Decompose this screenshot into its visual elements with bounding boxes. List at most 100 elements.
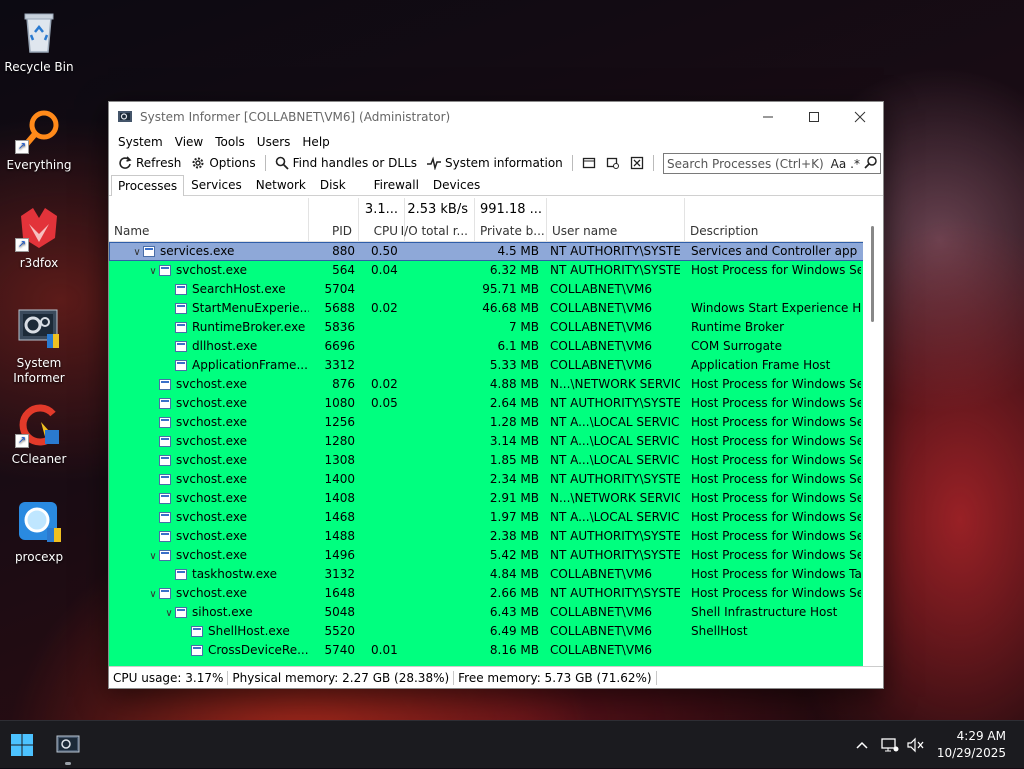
search-icon[interactable] xyxy=(862,155,880,172)
chevron-up-icon[interactable] xyxy=(847,741,877,749)
start-button[interactable] xyxy=(8,731,36,759)
tab-services[interactable]: Services xyxy=(184,174,249,195)
tab-devices[interactable]: Devices xyxy=(426,174,487,195)
window-icon[interactable] xyxy=(577,153,601,173)
system-information-button[interactable]: System information xyxy=(422,153,568,173)
column-header-private-bytes[interactable]: 991.18 ... Private b... xyxy=(475,198,547,242)
desktop-icon-ccleaner[interactable]: ↗ CCleaner xyxy=(0,400,78,467)
column-header-cpu[interactable]: 3.1... CPU xyxy=(359,198,405,242)
process-row[interactable]: svchost.exe 1488 2.38 MB NT AUTHORITY\SYSTE… xyxy=(109,527,865,546)
regex-toggle[interactable]: .* xyxy=(848,157,862,171)
options-button[interactable]: Options xyxy=(186,153,260,173)
menu-tools[interactable]: Tools xyxy=(209,135,251,149)
process-row[interactable]: ∨ svchost.exe 1648 2.66 MB NT AUTHORITY\SYST… xyxy=(109,584,865,603)
volume-muted-icon[interactable] xyxy=(903,737,929,753)
column-header-description[interactable]: Description xyxy=(685,198,865,242)
process-private-bytes: 5.33 MB xyxy=(489,358,539,372)
process-name: svchost.exe xyxy=(176,263,247,277)
refresh-button[interactable]: Refresh xyxy=(113,153,186,173)
search-input[interactable] xyxy=(667,156,829,171)
vertical-scrollbar[interactable] xyxy=(863,198,883,666)
process-row[interactable]: svchost.exe 1280 3.14 MB NT A...\LOCAL SERV… xyxy=(109,432,865,451)
process-row[interactable]: ApplicationFrame... 3312 5.33 MB COLLABNET\… xyxy=(109,356,865,375)
process-row[interactable]: ∨ svchost.exe 1496 5.42 MB NT AUTHORITY\SYST… xyxy=(109,546,865,565)
column-header-name[interactable]: Name xyxy=(109,198,309,242)
desktop-icon-recycle-bin[interactable]: Recycle Bin xyxy=(0,8,78,75)
match-case-toggle[interactable]: Aa xyxy=(829,157,849,171)
menu-users[interactable]: Users xyxy=(251,135,297,149)
chevron-down-icon[interactable]: ∨ xyxy=(147,585,159,603)
process-row[interactable]: taskhostw.exe 3132 4.84 MB COLLABNET\VM6 Hos… xyxy=(109,565,865,584)
process-row[interactable]: svchost.exe 1308 1.85 MB NT A...\LOCAL SERV… xyxy=(109,451,865,470)
system-informer-window: System Informer [COLLABNET\VM6] (Adminis… xyxy=(108,101,884,689)
process-row[interactable]: svchost.exe 1256 1.28 MB NT A...\LOCAL SERV… xyxy=(109,413,865,432)
process-io xyxy=(407,527,473,546)
desktop-icon-procexp[interactable]: procexp xyxy=(0,498,78,565)
physical-memory-status: Physical memory: 2.27 GB (28.38%) xyxy=(228,670,455,685)
chevron-down-icon[interactable]: ∨ xyxy=(163,604,175,622)
process-pid: 1080 xyxy=(324,396,355,410)
process-pid: 1280 xyxy=(324,434,355,448)
tab-disk[interactable]: Disk xyxy=(313,174,353,195)
clock-date: 10/29/2025 xyxy=(936,746,1006,760)
scrollbar-thumb[interactable] xyxy=(871,226,874,322)
column-header-user[interactable]: User name xyxy=(547,198,685,242)
chevron-down-icon[interactable]: ∨ xyxy=(131,243,143,261)
desktop-icon-r3dfox[interactable]: ↗ r3dfox xyxy=(0,204,78,271)
menu-view[interactable]: View xyxy=(169,135,209,149)
network-icon[interactable] xyxy=(877,737,903,753)
process-row[interactable]: StartMenuExperie... 5688 0.02 46.68 MB COLLA… xyxy=(109,299,865,318)
chevron-down-icon[interactable]: ∨ xyxy=(147,262,159,280)
process-row[interactable]: svchost.exe 1400 2.34 MB NT AUTHORITY\SYSTE… xyxy=(109,470,865,489)
shortcut-arrow-icon: ↗ xyxy=(15,238,29,252)
tab-network[interactable]: Network xyxy=(249,174,313,195)
process-name: dllhost.exe xyxy=(192,339,258,353)
process-row[interactable]: CrossDeviceRe... 5740 0.01 8.16 MB COLLABNET… xyxy=(109,641,865,660)
process-user: NT AUTHORITY\SYSTEM xyxy=(550,472,680,486)
close-button[interactable] xyxy=(837,102,883,132)
process-user: COLLABNET\VM6 xyxy=(550,301,653,315)
find-handles-button[interactable]: Find handles or DLLs xyxy=(270,153,422,173)
clock-time: 4:29 AM xyxy=(956,729,1006,743)
tab-firewall[interactable]: Firewall xyxy=(367,174,426,195)
maximize-button[interactable] xyxy=(791,102,837,132)
process-row[interactable]: dllhost.exe 6696 6.1 MB COLLABNET\VM6 COM Su… xyxy=(109,337,865,356)
taskbar-system-informer-button[interactable] xyxy=(52,729,84,765)
process-row[interactable]: ∨ services.exe 880 0.50 4.5 MB NT AUTHORITY\S… xyxy=(109,242,865,261)
process-row[interactable]: ShellHost.exe 5520 6.49 MB COLLABNET\VM6 She… xyxy=(109,622,865,641)
minimize-button[interactable] xyxy=(745,102,791,132)
desktop-icon-everything[interactable]: ↗ Everything xyxy=(0,106,78,173)
chevron-down-icon[interactable]: ∨ xyxy=(147,547,159,565)
tab-processes[interactable]: Processes xyxy=(111,175,185,196)
menu-help[interactable]: Help xyxy=(296,135,335,149)
clock[interactable]: 4:29 AM 10/29/2025 xyxy=(929,728,1024,762)
process-io xyxy=(407,299,473,318)
find-window-icon[interactable] xyxy=(601,153,625,173)
process-name-cell: taskhostw.exe xyxy=(109,565,309,584)
cpu-total: 3.1... xyxy=(364,202,398,217)
process-description: Host Process for Windows Ser... xyxy=(691,472,861,486)
column-header-io[interactable]: 2.53 kB/s I/O total r... xyxy=(401,198,475,242)
search-processes-box: Aa .* xyxy=(663,153,881,174)
process-row[interactable]: SearchHost.exe 5704 95.71 MB COLLABNET\VM6 xyxy=(109,280,865,299)
process-row[interactable]: ∨ svchost.exe 564 0.04 6.32 MB NT AUTHORITY\S… xyxy=(109,261,865,280)
process-private-bytes: 6.32 MB xyxy=(489,263,539,277)
process-row[interactable]: svchost.exe 1468 1.97 MB NT A...\LOCAL SERV… xyxy=(109,508,865,527)
close-window-icon[interactable] xyxy=(625,153,649,173)
io-total: 2.53 kB/s xyxy=(407,202,468,217)
title-bar[interactable]: System Informer [COLLABNET\VM6] (Adminis… xyxy=(109,102,883,132)
cpu-usage-status: CPU usage: 3.17% xyxy=(109,670,229,685)
process-user: NT AUTHORITY\SYSTEM xyxy=(550,548,680,562)
process-row[interactable]: svchost.exe 1080 0.05 2.64 MB NT AUTHORITY\S… xyxy=(109,394,865,413)
desktop-icon-system-informer[interactable]: System Informer xyxy=(0,304,78,386)
process-row[interactable]: svchost.exe 1408 2.91 MB N...\NETWORK SERVI… xyxy=(109,489,865,508)
menu-system[interactable]: System xyxy=(112,135,169,149)
process-private-bytes: 4.88 MB xyxy=(489,377,539,391)
column-header-pid[interactable]: PID xyxy=(309,198,359,242)
process-row[interactable]: ∨ sihost.exe 5048 6.43 MB COLLABNET\VM6 Shell… xyxy=(109,603,865,622)
process-description xyxy=(691,280,861,299)
process-cpu xyxy=(371,337,407,356)
process-row[interactable]: RuntimeBroker.exe 5836 7 MB COLLABNET\VM6 Ru… xyxy=(109,318,865,337)
process-row[interactable]: svchost.exe 876 0.02 4.88 MB N...\NETWORK SE… xyxy=(109,375,865,394)
process-name-cell: svchost.exe xyxy=(109,527,309,546)
